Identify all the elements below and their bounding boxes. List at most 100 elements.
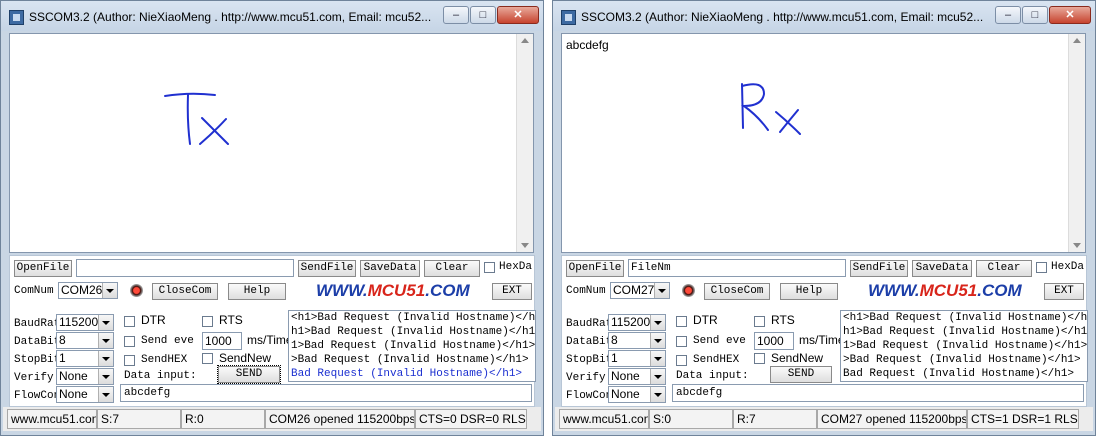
openfile-button[interactable]: OpenFile	[14, 260, 72, 277]
comnum-value: COM26	[61, 283, 103, 297]
databits-select[interactable]: 8	[56, 332, 114, 349]
maximize-icon: □	[479, 9, 487, 21]
minimize-button[interactable]: –	[443, 6, 469, 24]
maximize-button[interactable]: □	[1022, 6, 1048, 24]
log-view[interactable]: <h1>Bad Request (Invalid Hostname)</h1> …	[840, 310, 1088, 382]
sscom-window-rx: SSCOM3.2 (Author: NieXiaoMeng . http://w…	[552, 0, 1096, 436]
flowcontrol-select[interactable]: None	[56, 386, 114, 403]
sendnew-checkbox[interactable]	[754, 353, 765, 364]
stopbits-select[interactable]: 1	[608, 350, 666, 367]
status-received-count: R:7	[733, 409, 817, 429]
help-button[interactable]: Help	[228, 283, 286, 300]
handwritten-annotation	[164, 92, 229, 145]
sendfile-button[interactable]: SendFile	[298, 260, 356, 277]
send-every-checkbox[interactable]	[676, 336, 687, 347]
send-every-checkbox[interactable]	[124, 336, 135, 347]
close-button[interactable]: ✕	[497, 6, 539, 24]
openfile-button[interactable]: OpenFile	[566, 260, 624, 277]
dtr-checkbox[interactable]	[124, 316, 135, 327]
chevron-down-icon	[98, 387, 113, 402]
log-view[interactable]: <h1>Bad Request (Invalid Hostname)</h1> …	[288, 310, 536, 382]
sendfile-button[interactable]: SendFile	[850, 260, 908, 277]
comnum-select[interactable]: COM26	[58, 282, 118, 299]
closecom-button[interactable]: CloseCom	[704, 283, 770, 300]
receive-area[interactable]: abcdefg	[561, 33, 1086, 253]
interval-unit-label: ms/Time	[799, 333, 845, 347]
rts-checkbox[interactable]	[754, 316, 765, 327]
hexdata-checkbox[interactable]	[1036, 262, 1047, 273]
savedata-button[interactable]: SaveData	[912, 260, 972, 277]
baudrate-select[interactable]: 115200	[56, 314, 114, 331]
close-icon: ✕	[1065, 9, 1075, 21]
hexdata-checkbox[interactable]	[484, 262, 495, 273]
receive-scrollbar[interactable]	[1068, 34, 1085, 252]
dtr-label: DTR	[141, 313, 166, 327]
sendhex-checkbox[interactable]	[124, 355, 135, 366]
send-button[interactable]: SEND	[217, 365, 281, 384]
status-url[interactable]: www.mcu51.con	[7, 409, 97, 429]
send-button[interactable]: SEND	[770, 366, 832, 383]
log-line: h1>Bad Request (Invalid Hostname)</h1>	[291, 326, 536, 338]
chevron-down-icon	[102, 283, 117, 298]
interval-input[interactable]: 1000	[754, 332, 794, 350]
verify-select[interactable]: None	[608, 368, 666, 385]
closecom-button[interactable]: CloseCom	[152, 283, 218, 300]
file-path-field[interactable]	[76, 259, 294, 277]
data-input-field[interactable]: abcdefg	[120, 384, 532, 402]
sendhex-label: SendHEX	[141, 354, 188, 366]
flowcontrol-value: None	[59, 387, 88, 401]
dtr-checkbox[interactable]	[676, 316, 687, 327]
com-status-led-icon	[682, 284, 695, 297]
interval-unit-label: ms/Time	[247, 333, 293, 347]
interval-input[interactable]: 1000	[202, 332, 242, 350]
log-line: >Bad Request (Invalid Hostname)</h1>	[843, 354, 1081, 366]
status-bar: www.mcu51.con S:0 R:7 COM27 opened 11520…	[555, 407, 1093, 431]
sendnew-label: SendNew	[219, 351, 272, 365]
receive-area[interactable]	[9, 33, 534, 253]
close-button[interactable]: ✕	[1049, 6, 1091, 24]
sendhex-label: SendHEX	[693, 354, 740, 366]
title-bar[interactable]: SSCOM3.2 (Author: NieXiaoMeng . http://w…	[1, 1, 543, 31]
clear-button[interactable]: Clear	[424, 260, 480, 277]
window-title: SSCOM3.2 (Author: NieXiaoMeng . http://w…	[29, 10, 432, 24]
log-line: <h1>Bad Request (Invalid Hostname)</h1>	[843, 312, 1088, 324]
data-input-field[interactable]: abcdefg	[672, 384, 1084, 402]
title-bar[interactable]: SSCOM3.2 (Author: NieXiaoMeng . http://w…	[553, 1, 1095, 31]
log-line: Bad Request (Invalid Hostname)</h1>	[291, 368, 523, 380]
status-signals: CTS=0 DSR=0 RLSD=0	[415, 409, 527, 429]
chevron-down-icon	[650, 369, 665, 384]
sscom-app-icon[interactable]	[9, 10, 24, 25]
dtr-label: DTR	[693, 313, 718, 327]
rts-checkbox[interactable]	[202, 316, 213, 327]
verify-label: Verify	[14, 372, 54, 384]
databits-value: 8	[611, 333, 618, 347]
baudrate-select[interactable]: 115200	[608, 314, 666, 331]
databits-value: 8	[59, 333, 66, 347]
ext-button[interactable]: EXT	[492, 283, 532, 300]
clear-button[interactable]: Clear	[976, 260, 1032, 277]
savedata-button[interactable]: SaveData	[360, 260, 420, 277]
stopbits-value: 1	[611, 351, 618, 365]
databits-select[interactable]: 8	[608, 332, 666, 349]
verify-select[interactable]: None	[56, 368, 114, 385]
flowcontrol-select[interactable]: None	[608, 386, 666, 403]
data-input-label: Data input:	[676, 370, 749, 382]
receive-scrollbar[interactable]	[516, 34, 533, 252]
status-sent-count: S:7	[97, 409, 181, 429]
maximize-button[interactable]: □	[470, 6, 496, 24]
comnum-select[interactable]: COM27	[610, 282, 670, 299]
databits-label: DataBits	[14, 336, 56, 348]
ext-button[interactable]: EXT	[1044, 283, 1084, 300]
status-sent-count: S:0	[649, 409, 733, 429]
minimize-button[interactable]: –	[995, 6, 1021, 24]
sendhex-checkbox[interactable]	[676, 355, 687, 366]
stopbits-select[interactable]: 1	[56, 350, 114, 367]
file-path-field[interactable]: FileNm	[628, 259, 846, 277]
baudrate-label: BaudRate	[14, 318, 56, 330]
com-status-led-icon	[130, 284, 143, 297]
sscom-app-icon[interactable]	[561, 10, 576, 25]
help-button[interactable]: Help	[780, 283, 838, 300]
status-url[interactable]: www.mcu51.con	[559, 409, 649, 429]
sendnew-checkbox[interactable]	[202, 353, 213, 364]
send-every-label: Send eve	[141, 335, 194, 347]
